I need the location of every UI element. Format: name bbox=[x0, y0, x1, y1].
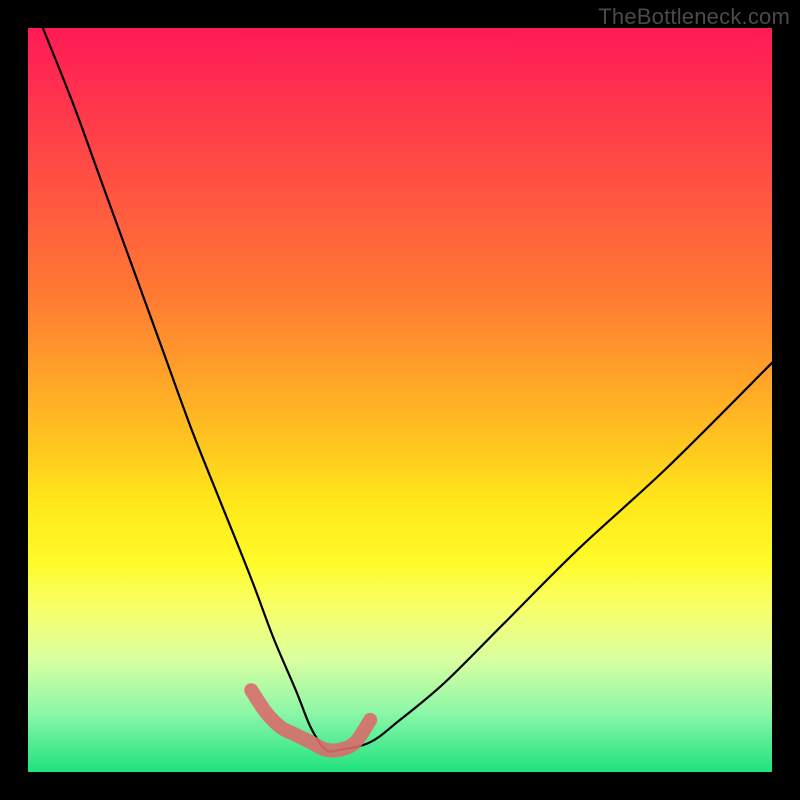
highlight-segment bbox=[251, 690, 370, 750]
bottleneck-curve bbox=[43, 28, 772, 752]
watermark-text: TheBottleneck.com bbox=[598, 4, 790, 30]
curve-layer bbox=[28, 28, 772, 772]
chart-frame: TheBottleneck.com bbox=[0, 0, 800, 800]
plot-area bbox=[28, 28, 772, 772]
